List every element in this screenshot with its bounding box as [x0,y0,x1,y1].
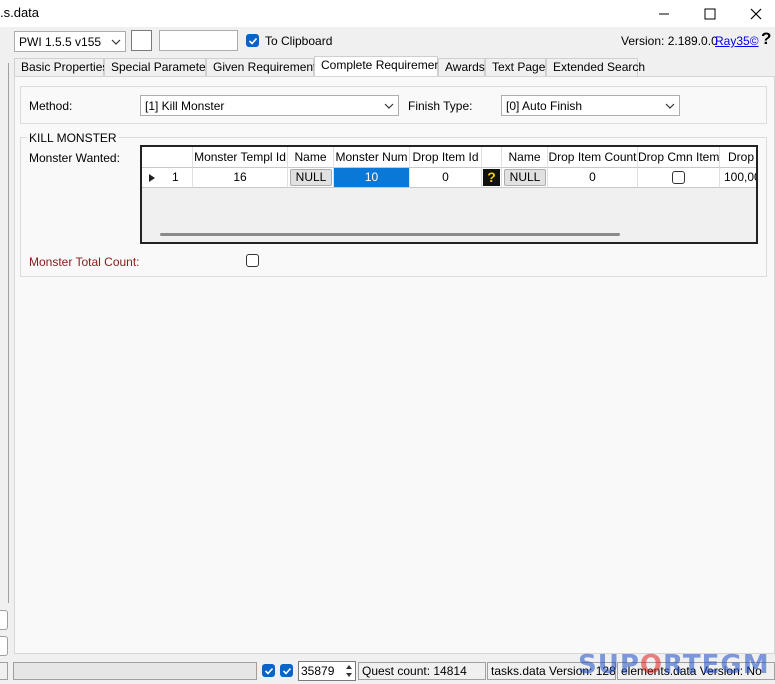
help-icon[interactable]: ? [761,29,771,49]
quest-id-value: 35879 [301,664,335,678]
monster-name-button[interactable]: NULL [290,169,332,186]
grid-corner-header [142,147,193,168]
tab-given-requirements[interactable]: Given Requirements [206,58,322,76]
cell-drop-item-id[interactable]: 0 [410,168,482,188]
title-bar: .s.data [0,0,775,27]
cell-drop-ratio[interactable]: 100,00 [720,168,756,188]
stepper-arrows-icon[interactable] [344,662,354,680]
left-control[interactable] [0,610,8,630]
tab-awards[interactable]: Awards [438,58,485,76]
cell-monster-num[interactable]: 10 [334,168,410,188]
chevron-down-icon [384,103,394,109]
quest-id-stepper[interactable]: 35879 [298,661,356,681]
version-select[interactable]: PWI 1.5.5 v155 [14,31,126,52]
chevron-down-icon [665,103,675,109]
grid-header-monster-templ-id[interactable]: Monster Templ Id [193,147,288,168]
cell-drop-name[interactable]: NULL [502,168,548,188]
finish-type-label: Finish Type: [408,99,473,113]
monster-wanted-label: Monster Wanted: [29,151,120,165]
scrollbar-thumb[interactable] [160,233,620,236]
cell-monster-templ-id[interactable]: 16 [193,168,288,188]
method-select-value: [1] Kill Monster [145,98,225,113]
minimize-icon [659,13,669,14]
tab-extended-search[interactable]: Extended Search [546,58,645,76]
quest-count-panel: Quest count: 14814 [358,662,486,680]
grid-header-drop-item-id[interactable]: Drop Item Id [410,147,482,168]
cell-name[interactable]: NULL [288,168,334,188]
tab-basic-properties[interactable]: Basic Properties [14,58,108,76]
cell-drop-item-icon[interactable]: ? [482,168,502,188]
row-pointer-icon [149,174,155,182]
search-field[interactable] [159,30,238,51]
grid-header-icon[interactable] [482,147,502,168]
to-clipboard-checkbox[interactable] [246,34,259,47]
version-text: Version: 2.189.0.0 [621,34,718,48]
maximize-icon [704,8,716,19]
grid-header-drop-ratio[interactable]: Drop R [720,147,756,168]
grid-header-drop-name[interactable]: Name [502,147,548,168]
progress-bar [13,662,257,680]
checkmark-icon [282,667,291,675]
minimize-button[interactable] [641,0,687,27]
row-index: 1 [172,170,179,184]
left-panel-edge [0,63,9,603]
close-button[interactable] [733,0,775,27]
drop-name-button[interactable]: NULL [504,169,546,186]
method-label: Method: [29,99,73,113]
grid-header-monster-num[interactable]: Monster Num [334,147,410,168]
tab-special-parameters[interactable]: Special Parameters [104,58,216,76]
color-box[interactable] [131,30,152,51]
grid-header-drop-item-count[interactable]: Drop Item Count [548,147,638,168]
toolbar: PWI 1.5.5 v155 To Clipboard Version: 2.1… [0,27,775,55]
grid-header-drop-cmn-item[interactable]: Drop Cmn Item [638,147,720,168]
suportegm-watermark-logo: SUPORTEGM [578,650,770,680]
monster-wanted-grid[interactable]: Monster Templ Id Name Monster Num Drop I… [140,145,758,244]
cell-drop-item-count[interactable]: 0 [548,168,638,188]
grid-header-name[interactable]: Name [288,147,334,168]
to-clipboard-label[interactable]: To Clipboard [265,34,332,48]
chevron-down-icon [111,39,121,45]
monster-total-count-checkbox[interactable] [246,254,259,267]
status-checkbox-1[interactable] [262,664,275,677]
monster-total-count-label: Monster Total Count: [29,255,140,269]
checkmark-icon [264,667,273,675]
grid-horizontal-scrollbar[interactable] [144,231,754,237]
status-panel-left [0,662,8,680]
finish-type-select-value: [0] Auto Finish [506,98,583,113]
table-row-header[interactable]: 1 [142,168,193,188]
kill-monster-title: KILL MONSTER [27,131,119,145]
tab-text-page[interactable]: Text Page [485,58,546,76]
version-select-value: PWI 1.5.5 v155 [19,34,102,49]
window-title: .s.data [0,5,40,20]
author-link[interactable]: Ray35© [715,34,759,48]
cell-drop-cmn-item[interactable] [638,168,720,188]
method-select[interactable]: [1] Kill Monster [140,95,399,116]
tab-complete-requirements[interactable]: Complete Requirements [314,56,450,77]
checkmark-icon [248,37,257,45]
unknown-item-icon: ? [483,169,500,186]
maximize-button[interactable] [687,0,733,27]
drop-cmn-item-checkbox[interactable] [672,171,685,184]
status-checkbox-2[interactable] [280,664,293,677]
close-icon [750,8,762,19]
finish-type-select[interactable]: [0] Auto Finish [501,95,680,116]
left-control[interactable] [0,636,8,656]
